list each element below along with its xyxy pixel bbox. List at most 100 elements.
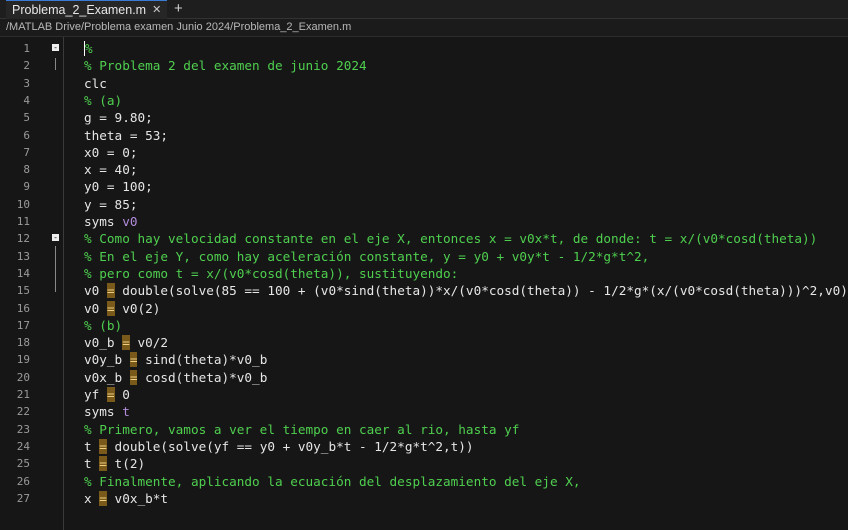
code-token: double(solve(yf == y0 + v0y_b*t - 1/2*g*… bbox=[106, 438, 474, 454]
code-token: v0x_b*t bbox=[106, 490, 169, 506]
code-line[interactable]: 26 % Finalmente, aplicando la ecuación de… bbox=[0, 473, 848, 490]
code-token: v0 bbox=[84, 283, 107, 299]
code-editor[interactable]: 1 -% 2 % Problema 2 del examen de junio 202… bbox=[0, 40, 848, 530]
code-text: % Como hay velocidad constante en el eje… bbox=[84, 230, 817, 247]
comment-token: % Finalmente, aplicando la ecuación del … bbox=[84, 473, 581, 489]
highlighted-assignment: = bbox=[99, 456, 107, 472]
line-number: 2 bbox=[23, 59, 30, 73]
code-line[interactable]: 23 % Primero, vamos a ver el tiempo en ca… bbox=[0, 421, 848, 438]
code-token: sind(theta)*v0_b bbox=[137, 352, 268, 368]
line-number: 24 bbox=[16, 439, 30, 453]
code-token: v0 bbox=[84, 300, 107, 316]
code-text: % (a) bbox=[84, 92, 122, 109]
code-line[interactable]: 4 % (a) bbox=[0, 92, 848, 109]
code-line[interactable]: 10 y = 85; bbox=[0, 196, 848, 213]
comment-token: % En el eje Y, como hay aceleración cons… bbox=[84, 248, 650, 264]
code-text: % bbox=[84, 40, 93, 57]
highlighted-assignment: = bbox=[99, 438, 107, 454]
highlighted-assignment: = bbox=[122, 335, 130, 351]
close-icon[interactable]: ✕ bbox=[152, 1, 161, 19]
highlighted-assignment: = bbox=[106, 283, 115, 299]
file-path-breadcrumb: /MATLAB Drive/Problema examen Junio 2024… bbox=[0, 19, 848, 37]
comment-token: % bbox=[84, 41, 93, 56]
code-line[interactable]: 11 syms v0 bbox=[0, 213, 848, 230]
line-number: 14 bbox=[16, 266, 30, 280]
code-line[interactable]: 3 clc bbox=[0, 75, 848, 92]
comment-token: % pero como t = x/(v0*cosd(theta)), sust… bbox=[84, 265, 459, 281]
code-token: y0 = 100; bbox=[84, 179, 153, 195]
code-text: v0 = double(solve(85 == 100 + (v0*sind(t… bbox=[84, 282, 848, 299]
line-number: 1 bbox=[23, 42, 30, 55]
code-token: v0y_b bbox=[84, 352, 130, 368]
line-number: 18 bbox=[16, 336, 30, 350]
code-text: y = 85; bbox=[84, 196, 137, 213]
code-token: t bbox=[84, 438, 100, 454]
code-text: % pero como t = x/(v0*cosd(theta)), sust… bbox=[84, 265, 458, 282]
code-text: x = v0x_b*t bbox=[84, 490, 168, 507]
code-text: theta = 53; bbox=[84, 127, 168, 144]
code-token: syms bbox=[84, 214, 123, 229]
line-number: 26 bbox=[16, 474, 30, 488]
code-line[interactable]: 14 % pero como t = x/(v0*cosd(theta)), su… bbox=[0, 265, 848, 282]
code-text: syms t bbox=[84, 403, 130, 420]
code-line[interactable]: 27 x = v0x_b*t bbox=[0, 490, 848, 507]
line-number: 12 bbox=[16, 232, 30, 246]
code-token: y = 85; bbox=[84, 196, 138, 212]
symbolic-variable-token: t bbox=[122, 404, 130, 420]
code-text: % En el eje Y, como hay aceleración cons… bbox=[84, 248, 649, 265]
code-line[interactable]: 8 x = 40; bbox=[0, 161, 848, 178]
code-token: clc bbox=[84, 75, 107, 91]
code-line[interactable]: 9 y0 = 100; bbox=[0, 178, 848, 195]
code-line[interactable]: 1 -% bbox=[0, 40, 848, 57]
fold-collapse-icon[interactable]: - bbox=[52, 44, 59, 52]
code-text: v0_b = v0/2 bbox=[84, 334, 168, 351]
code-line[interactable]: 17 % (b) bbox=[0, 317, 848, 334]
code-line[interactable]: 19 v0y_b = sind(theta)*v0_b bbox=[0, 351, 848, 368]
code-text: v0y_b = sind(theta)*v0_b bbox=[84, 351, 267, 368]
code-text: syms v0 bbox=[84, 213, 137, 230]
tab-problema-2-examen[interactable]: Problema_2_Examen.m ✕ bbox=[6, 0, 168, 19]
add-tab-button[interactable]: + bbox=[174, 0, 183, 17]
tab-title: Problema_2_Examen.m bbox=[12, 3, 147, 17]
code-token: t bbox=[84, 456, 100, 472]
code-line[interactable]: 24 t = double(solve(yf == y0 + v0y_b*t - … bbox=[0, 438, 848, 455]
code-token: v0_b bbox=[84, 335, 123, 351]
code-line[interactable]: 13 % En el eje Y, como hay aceleración co… bbox=[0, 248, 848, 265]
code-text: v0 = v0(2) bbox=[84, 300, 160, 317]
code-line[interactable]: 25 t = t(2) bbox=[0, 455, 848, 472]
line-number: 23 bbox=[16, 422, 30, 436]
code-token: theta = 53; bbox=[84, 127, 169, 143]
tab-bar: Problema_2_Examen.m ✕ + bbox=[0, 0, 848, 19]
code-line[interactable]: 2 % Problema 2 del examen de junio 2024 bbox=[0, 57, 848, 74]
fold-collapse-icon[interactable]: - bbox=[52, 234, 59, 242]
code-line[interactable]: 16 v0 = v0(2) bbox=[0, 300, 848, 317]
code-token: v0(2) bbox=[114, 300, 161, 316]
line-number: 13 bbox=[16, 249, 30, 263]
comment-token: % Como hay velocidad constante en el eje… bbox=[84, 231, 818, 247]
line-number: 3 bbox=[23, 76, 30, 90]
line-number: 21 bbox=[16, 388, 30, 401]
code-text: clc bbox=[84, 75, 107, 92]
comment-token: % Primero, vamos a ver el tiempo en caer… bbox=[84, 421, 520, 437]
code-line[interactable]: 5 g = 9.80; bbox=[0, 109, 848, 126]
code-token: x bbox=[84, 490, 100, 506]
code-token: t(2) bbox=[106, 456, 146, 472]
code-text: t = t(2) bbox=[84, 455, 145, 472]
line-number: 7 bbox=[23, 145, 30, 159]
code-token: yf bbox=[84, 387, 107, 402]
line-number: 6 bbox=[23, 128, 30, 142]
line-number: 15 bbox=[16, 284, 30, 298]
code-line[interactable]: 7 x0 = 0; bbox=[0, 144, 848, 161]
code-token: cosd(theta)*v0_b bbox=[137, 369, 268, 385]
line-number: 22 bbox=[16, 405, 30, 419]
code-line[interactable]: 15 v0 = double(solve(85 == 100 + (v0*sind… bbox=[0, 282, 848, 299]
code-line[interactable]: 21 yf = 0 bbox=[0, 386, 848, 403]
line-number: 11 bbox=[16, 215, 30, 228]
code-line[interactable]: 12 - % Como hay velocidad constante en el … bbox=[0, 230, 848, 247]
code-line[interactable]: 22 syms t bbox=[0, 403, 848, 420]
line-number: 4 bbox=[23, 93, 30, 107]
code-line[interactable]: 18 v0_b = v0/2 bbox=[0, 334, 848, 351]
line-number: 17 bbox=[16, 318, 30, 332]
code-line[interactable]: 6 theta = 53; bbox=[0, 127, 848, 144]
code-line[interactable]: 20 v0x_b = cosd(theta)*v0_b bbox=[0, 369, 848, 386]
